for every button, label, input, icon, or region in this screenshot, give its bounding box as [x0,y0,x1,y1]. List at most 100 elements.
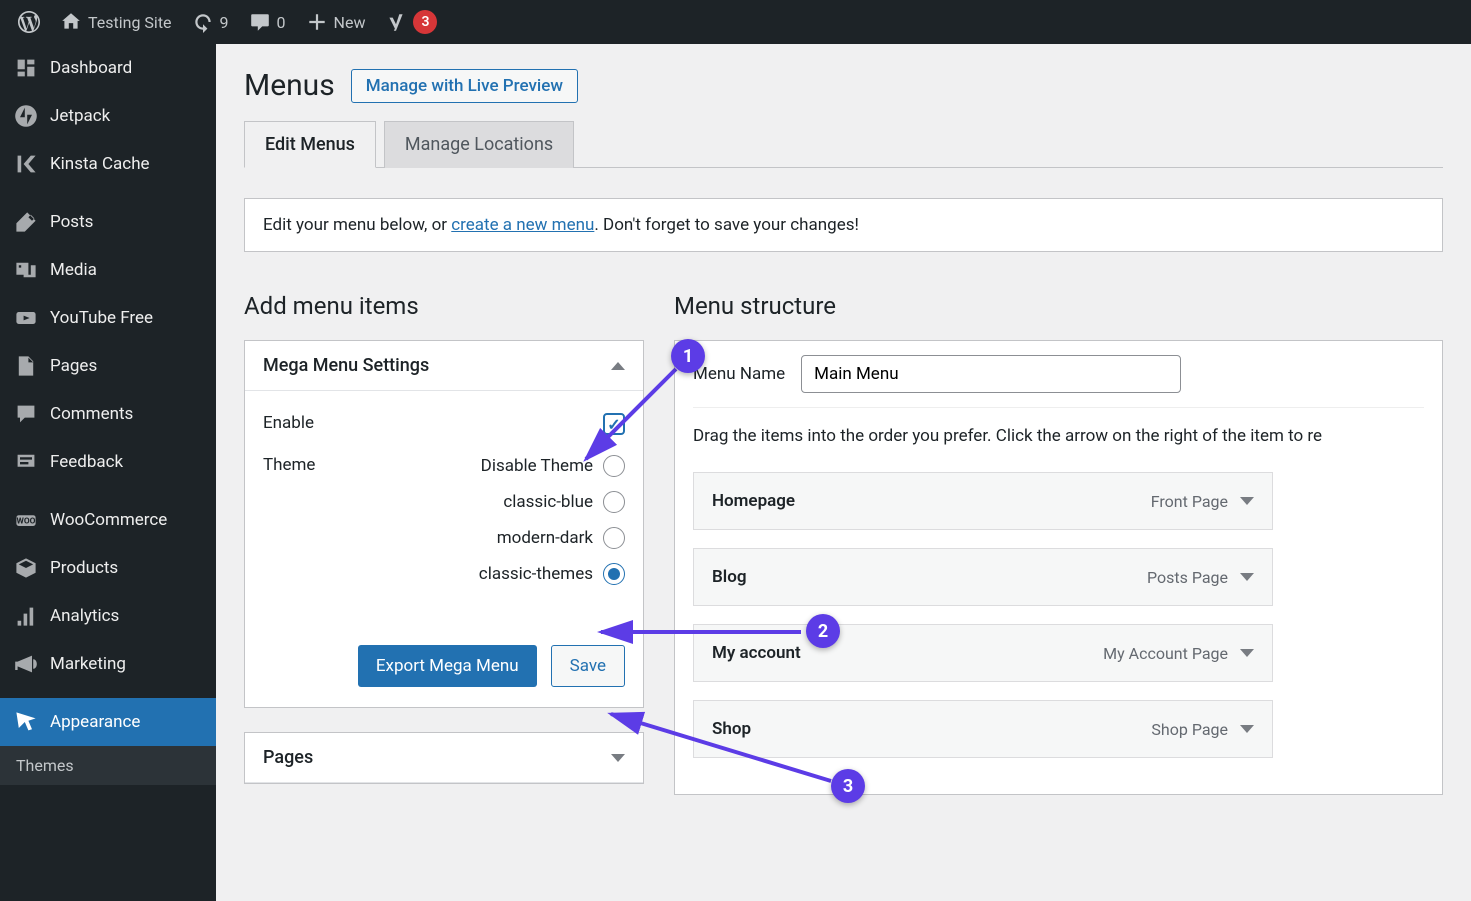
pages-box: Pages [244,732,644,784]
mega-menu-settings-header[interactable]: Mega Menu Settings [245,341,643,391]
sidebar-item-feedback[interactable]: Feedback [0,438,216,486]
sidebar-item-label: Comments [50,404,133,424]
marketing-icon [14,652,38,676]
youtube-icon [14,306,38,330]
updates-count: 9 [220,13,229,32]
posts-icon [14,210,38,234]
theme-option-disable-theme[interactable]: Disable Theme [479,455,625,477]
comments-count: 0 [277,13,286,32]
expand-icon[interactable] [1240,649,1254,657]
pages-icon [14,354,38,378]
drag-help-text: Drag the items into the order you prefer… [693,426,1424,446]
kinsta-icon [14,152,38,176]
sidebar-item-label: Kinsta Cache [50,154,150,174]
page-title: Menus [244,68,335,103]
sidebar-item-media[interactable]: Media [0,246,216,294]
menu-structure-heading: Menu structure [674,292,1443,320]
expand-icon[interactable] [1240,497,1254,505]
sidebar-item-label: Pages [50,356,97,376]
sidebar-item-label: Appearance [50,712,140,732]
theme-option-modern-dark[interactable]: modern-dark [479,527,625,549]
theme-option-classic-themes[interactable]: classic-themes [479,563,625,585]
create-new-menu-link[interactable]: create a new menu [451,215,594,235]
sidebar-item-woocommerce[interactable]: WOOWooCommerce [0,496,216,544]
menu-name-label: Menu Name [693,364,785,384]
sidebar-item-label: Media [50,260,97,280]
sidebar-sub-item-themes[interactable]: Themes [0,746,216,785]
analytics-icon [14,604,38,628]
enable-label: Enable [263,413,314,433]
home-icon [60,11,82,33]
menu-name-input[interactable] [801,355,1181,393]
wp-logo[interactable] [8,0,50,44]
sidebar-item-products[interactable]: Products [0,544,216,592]
main-content: Menus Manage with Live Preview Edit Menu… [216,44,1471,901]
notification-badge: 3 [413,10,437,34]
live-preview-button[interactable]: Manage with Live Preview [351,69,578,103]
updates-link[interactable]: 9 [182,0,239,44]
yoast-icon [385,11,407,33]
sidebar-item-kinsta-cache[interactable]: Kinsta Cache [0,140,216,188]
feedback-icon [14,450,38,474]
menu-structure-item[interactable]: Homepage Front Page [693,472,1273,530]
sidebar-item-analytics[interactable]: Analytics [0,592,216,640]
save-button[interactable]: Save [551,645,625,687]
sidebar-item-label: Products [50,558,118,578]
sidebar-item-pages[interactable]: Pages [0,342,216,390]
sidebar-item-youtube-free[interactable]: YouTube Free [0,294,216,342]
svg-text:WOO: WOO [17,517,36,527]
update-icon [192,11,214,33]
site-home-link[interactable]: Testing Site [50,0,182,44]
radio-icon [603,527,625,549]
sidebar-item-label: Jetpack [50,106,110,126]
radio-icon [603,491,625,513]
new-content-link[interactable]: New [296,0,376,44]
menu-item-title: Shop [712,719,751,739]
theme-label: Theme [263,455,315,475]
menu-item-type: Posts Page [1147,568,1254,587]
menu-item-title: Blog [712,567,747,587]
expand-icon [611,754,625,762]
sidebar-item-appearance[interactable]: Appearance [0,698,216,746]
menu-item-title: Homepage [712,491,795,511]
products-icon [14,556,38,580]
new-label: New [334,13,366,32]
sidebar-item-label: YouTube Free [50,308,153,328]
export-mega-menu-button[interactable]: Export Mega Menu [358,645,537,687]
collapse-icon [611,362,625,370]
menu-structure-column: Menu structure Menu Name Drag the items … [674,292,1443,808]
menu-item-type: My Account Page [1103,644,1254,663]
menu-item-type: Front Page [1151,492,1254,511]
radio-icon [603,455,625,477]
appearance-icon [14,710,38,734]
theme-option-classic-blue[interactable]: classic-blue [479,491,625,513]
expand-icon[interactable] [1240,573,1254,581]
expand-icon[interactable] [1240,725,1254,733]
comments-link[interactable]: 0 [239,0,296,44]
sidebar-item-label: Feedback [50,452,123,472]
dashboard-icon [14,56,38,80]
sidebar-item-jetpack[interactable]: Jetpack [0,92,216,140]
sidebar-item-comments[interactable]: Comments [0,390,216,438]
jetpack-icon [14,104,38,128]
sidebar-item-posts[interactable]: Posts [0,198,216,246]
yoast-link[interactable]: 3 [375,0,447,44]
admin-toolbar: Testing Site 9 0 New 3 [0,0,1471,44]
sidebar-item-marketing[interactable]: Marketing [0,640,216,688]
menu-structure-item[interactable]: Blog Posts Page [693,548,1273,606]
menu-item-title: My account [712,643,801,663]
site-name-text: Testing Site [88,13,172,32]
tab-bar: Edit MenusManage Locations [244,121,1443,168]
woo-icon: WOO [14,508,38,532]
tab-edit-menus[interactable]: Edit Menus [244,121,376,168]
enable-checkbox[interactable] [603,413,625,435]
pages-box-header[interactable]: Pages [245,733,643,783]
menu-structure-item[interactable]: My account My Account Page [693,624,1273,682]
sidebar-item-label: Posts [50,212,93,232]
tab-manage-locations[interactable]: Manage Locations [384,121,574,168]
plus-icon [306,11,328,33]
menu-structure-item[interactable]: ShopShop Page [693,700,1273,758]
sidebar-item-dashboard[interactable]: Dashboard [0,44,216,92]
admin-sidebar: Dashboard Jetpack Kinsta Cache Posts Media Yo… [0,44,216,901]
sidebar-item-label: Marketing [50,654,126,674]
